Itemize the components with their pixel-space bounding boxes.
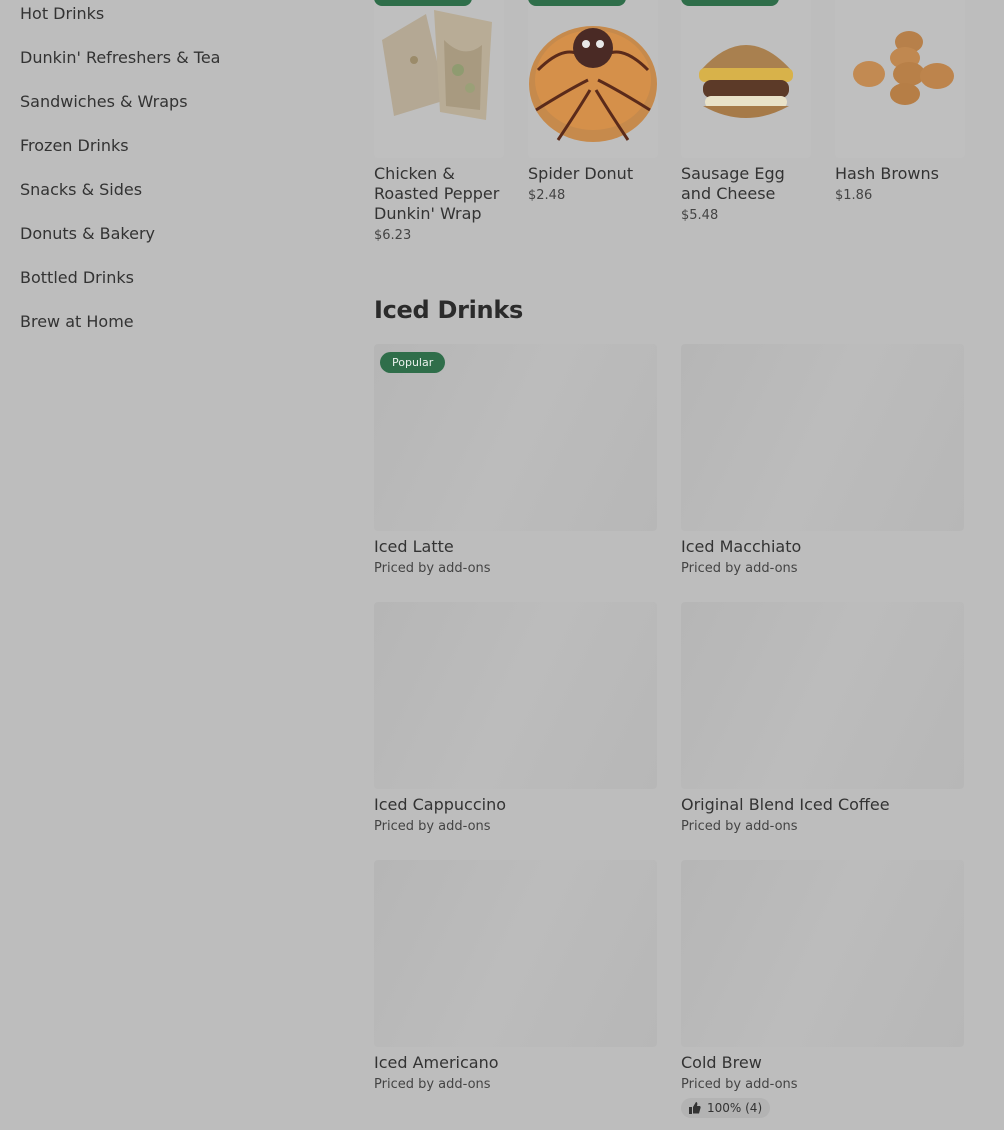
- item-name: Iced Cappuccino: [374, 795, 506, 814]
- menu-item-card[interactable]: Chicken & Roasted Pepper Dunkin' Wrap $6…: [374, 0, 504, 243]
- menu-item-card[interactable]: Popular Iced Latte Priced by add-ons: [374, 344, 657, 576]
- section-title-iced-drinks: Iced Drinks: [374, 296, 523, 324]
- item-price: Priced by add-ons: [374, 561, 491, 576]
- item-name: Cold Brew: [681, 1053, 762, 1072]
- item-price: Priced by add-ons: [681, 561, 798, 576]
- rating-text: 100% (4): [707, 1101, 763, 1115]
- item-price: $2.48: [528, 188, 566, 203]
- menu-item-card[interactable]: Spider Donut $2.48: [528, 0, 658, 203]
- hash-browns-image: [835, 0, 965, 158]
- item-name: Iced Latte: [374, 537, 454, 556]
- wrap-image: [374, 0, 504, 158]
- item-name: Iced Macchiato: [681, 537, 802, 556]
- item-image: [835, 0, 965, 158]
- item-name: Original Blend Iced Coffee: [681, 795, 890, 814]
- item-price: Priced by add-ons: [374, 819, 491, 834]
- item-price: Priced by add-ons: [681, 819, 798, 834]
- sidebar-item-refreshers-tea[interactable]: Dunkin' Refreshers & Tea: [20, 48, 220, 67]
- item-image-placeholder: Popular: [374, 344, 657, 531]
- item-price: $1.86: [835, 188, 873, 203]
- menu-item-card[interactable]: Iced Macchiato Priced by add-ons: [681, 344, 964, 576]
- item-image-placeholder: [681, 344, 964, 531]
- item-image: [681, 0, 811, 158]
- item-name: Chicken & Roasted Pepper Dunkin' Wrap: [374, 164, 500, 223]
- item-image-placeholder: [374, 602, 657, 789]
- sidebar-item-frozen-drinks[interactable]: Frozen Drinks: [20, 136, 129, 155]
- item-price: Priced by add-ons: [681, 1077, 798, 1092]
- sidebar-item-bottled-drinks[interactable]: Bottled Drinks: [20, 268, 134, 287]
- item-name: Spider Donut: [528, 164, 634, 183]
- badge-tab: [374, 0, 472, 6]
- rating-badge: 100% (4): [681, 1098, 771, 1118]
- item-price: Priced by add-ons: [374, 1077, 491, 1092]
- item-price: $6.23: [374, 228, 412, 243]
- sidebar-item-sandwiches-wraps[interactable]: Sandwiches & Wraps: [20, 92, 188, 111]
- menu-item-card[interactable]: Original Blend Iced Coffee Priced by add…: [681, 602, 964, 834]
- menu-item-card[interactable]: Cold Brew Priced by add-ons 100% (4): [681, 860, 964, 1118]
- item-image-placeholder: [681, 602, 964, 789]
- item-price: $5.48: [681, 208, 719, 223]
- sidebar-item-snacks-sides[interactable]: Snacks & Sides: [20, 180, 142, 199]
- item-image: [528, 0, 658, 158]
- badge-tab: [681, 0, 779, 6]
- item-image-placeholder: [681, 860, 964, 1047]
- donut-image: [528, 0, 658, 158]
- menu-item-card[interactable]: Iced Cappuccino Priced by add-ons: [374, 602, 657, 834]
- menu-item-card[interactable]: Hash Browns $1.86: [835, 0, 965, 203]
- sandwich-image: [681, 0, 811, 158]
- item-image: [374, 0, 504, 158]
- popular-badge: Popular: [380, 352, 446, 373]
- item-name: Hash Browns: [835, 164, 939, 183]
- badge-tab: [528, 0, 626, 6]
- item-name: Iced Americano: [374, 1053, 499, 1072]
- thumbs-up-icon: [689, 1102, 701, 1114]
- sidebar-item-brew-at-home[interactable]: Brew at Home: [20, 312, 134, 331]
- menu-item-card[interactable]: Sausage Egg and Cheese $5.48: [681, 0, 811, 223]
- sidebar-item-hot-drinks[interactable]: Hot Drinks: [20, 4, 104, 23]
- item-image-placeholder: [374, 860, 657, 1047]
- menu-item-card[interactable]: Iced Americano Priced by add-ons: [374, 860, 657, 1092]
- item-name: Sausage Egg and Cheese: [681, 164, 785, 203]
- sidebar-item-donuts-bakery[interactable]: Donuts & Bakery: [20, 224, 155, 243]
